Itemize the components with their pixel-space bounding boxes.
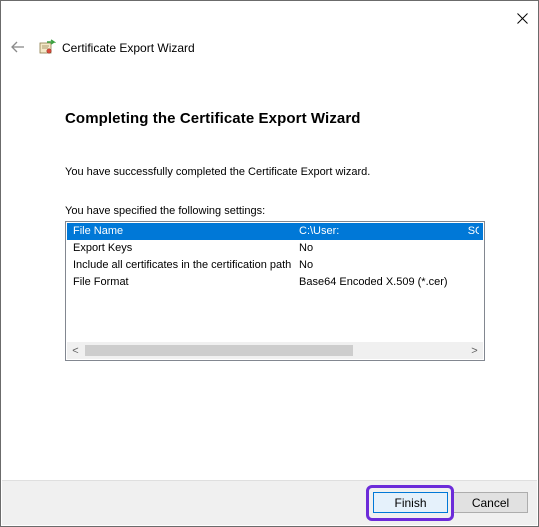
cancel-button[interactable]: Cancel <box>453 492 528 513</box>
scroll-left-button[interactable]: < <box>67 342 84 359</box>
success-message: You have successfully completed the Cert… <box>65 166 371 178</box>
certificate-icon <box>39 39 56 54</box>
settings-row-file-format[interactable]: File Format Base64 Encoded X.509 (*.cer) <box>67 274 483 291</box>
setting-name: File Format <box>73 276 129 288</box>
settings-row-file-name[interactable]: File Name C:\User: SOA <box>67 223 483 240</box>
settings-list[interactable]: File Name C:\User: SOA Export Keys No In… <box>65 221 485 361</box>
setting-value: No <box>299 259 314 271</box>
setting-name: File Name <box>73 225 124 237</box>
wizard-title: Certificate Export Wizard <box>62 41 195 55</box>
settings-label: You have specified the following setting… <box>65 205 266 217</box>
setting-value: Base64 Encoded X.509 (*.cer) <box>299 276 448 288</box>
page-heading: Completing the Certificate Export Wizard <box>65 110 361 127</box>
close-button[interactable] <box>511 7 533 29</box>
scroll-right-button[interactable]: > <box>466 342 483 359</box>
scroll-thumb[interactable] <box>85 345 353 356</box>
finish-button[interactable]: Finish <box>373 492 448 513</box>
settings-row-include-certificates[interactable]: Include all certificates in the certific… <box>67 257 483 274</box>
close-icon <box>516 12 528 24</box>
setting-name: Include all certificates in the certific… <box>73 259 292 271</box>
settings-row-export-keys[interactable]: Export Keys No <box>67 240 483 257</box>
horizontal-scrollbar[interactable]: < > <box>67 342 483 359</box>
wizard-window: Certificate Export Wizard Completing the… <box>0 0 539 527</box>
back-arrow-icon <box>11 41 24 53</box>
setting-value: C:\User: SOA <box>299 225 479 237</box>
setting-name: Export Keys <box>73 242 133 254</box>
back-button[interactable] <box>9 38 27 56</box>
setting-value: No <box>299 242 314 254</box>
